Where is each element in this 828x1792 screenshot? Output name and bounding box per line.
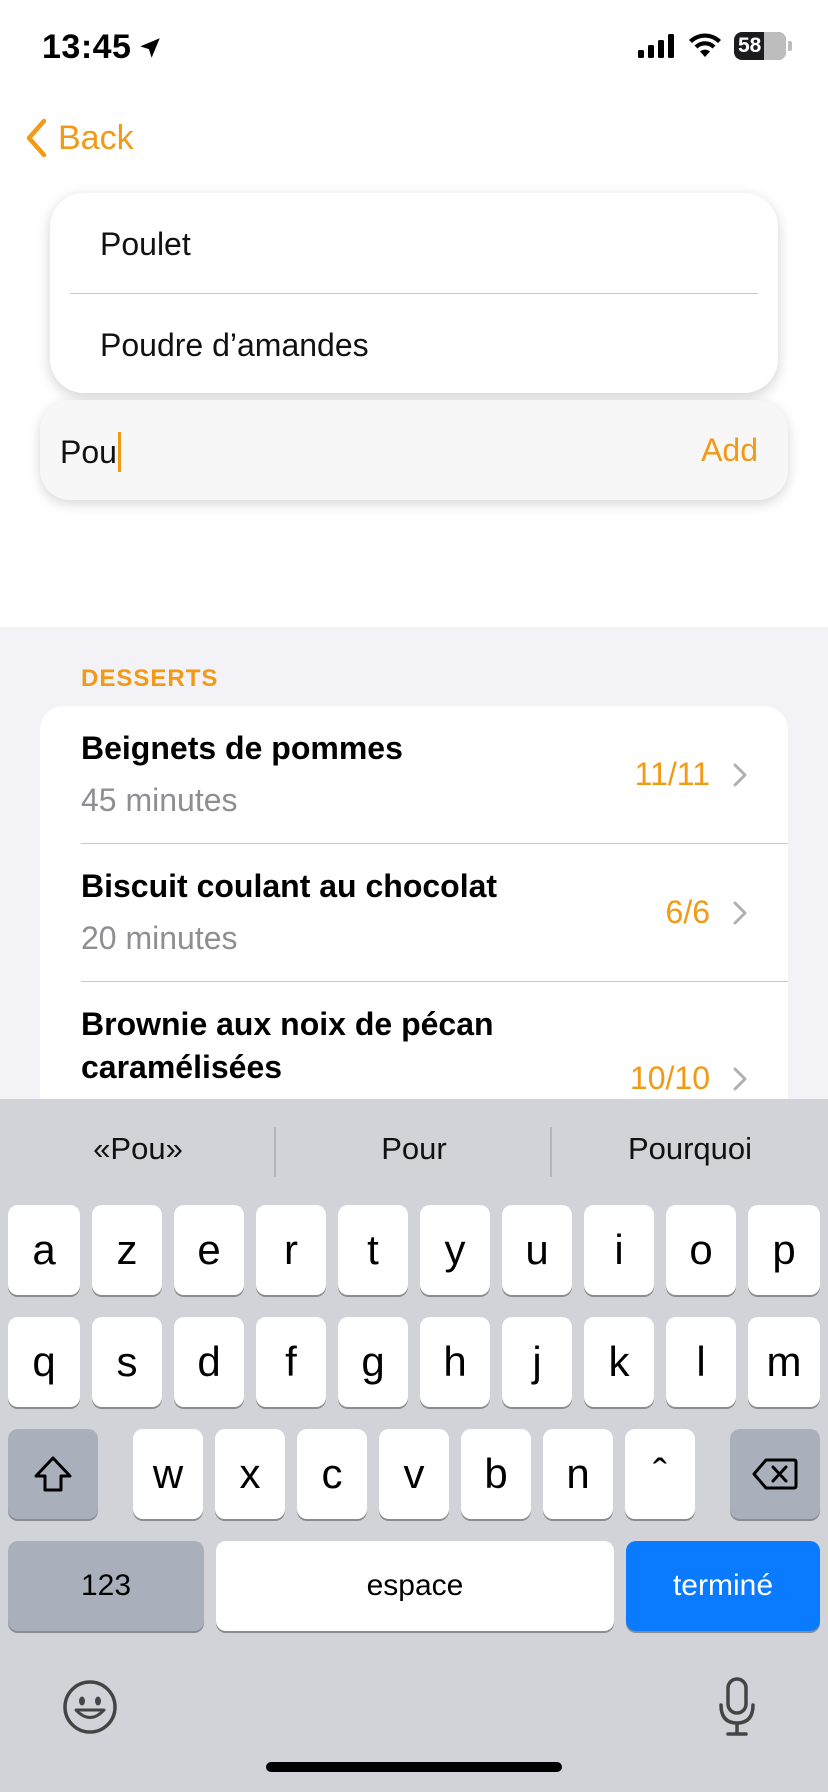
key-n[interactable]: n xyxy=(543,1429,613,1519)
key-u[interactable]: u xyxy=(502,1205,572,1295)
prediction-item[interactable]: «Pou» xyxy=(0,1099,276,1199)
key-b[interactable]: b xyxy=(461,1429,531,1519)
key-p[interactable]: p xyxy=(748,1205,820,1295)
space-key[interactable]: espace xyxy=(216,1541,614,1631)
key-w[interactable]: w xyxy=(133,1429,203,1519)
recipe-title-line2: caramélisées xyxy=(81,1049,283,1085)
ingredient-input[interactable]: Pou xyxy=(60,432,121,472)
key-q[interactable]: q xyxy=(8,1317,80,1407)
recipe-count: 11/11 xyxy=(634,756,710,792)
done-key[interactable]: terminé xyxy=(626,1541,820,1631)
ingredient-input-field[interactable]: Pou Add xyxy=(40,400,788,500)
key-circumflex[interactable]: ˆ xyxy=(625,1429,695,1519)
key-x[interactable]: x xyxy=(215,1429,285,1519)
emoji-icon[interactable] xyxy=(62,1679,118,1735)
key-g[interactable]: g xyxy=(338,1317,408,1407)
back-label: Back xyxy=(58,118,134,157)
key-m[interactable]: m xyxy=(748,1317,820,1407)
key-r[interactable]: r xyxy=(256,1205,326,1295)
key-a[interactable]: a xyxy=(8,1205,80,1295)
key-i[interactable]: i xyxy=(584,1205,654,1295)
numbers-key[interactable]: 123 xyxy=(8,1541,204,1631)
microphone-icon[interactable] xyxy=(716,1677,758,1737)
key-l[interactable]: l xyxy=(666,1317,736,1407)
text-caret xyxy=(117,432,121,472)
key-h[interactable]: h xyxy=(420,1317,490,1407)
shift-key[interactable] xyxy=(8,1429,98,1519)
key-c[interactable]: c xyxy=(297,1429,367,1519)
suggestion-divider xyxy=(70,293,758,294)
key-t[interactable]: t xyxy=(338,1205,408,1295)
shift-icon xyxy=(34,1456,72,1492)
key-e[interactable]: e xyxy=(174,1205,244,1295)
recipe-count: 6/6 xyxy=(665,894,710,930)
chevron-right-icon xyxy=(733,763,747,787)
suggestion-item[interactable]: Poulet xyxy=(100,226,191,263)
input-value: Pou xyxy=(60,433,117,470)
suggestion-item[interactable]: Poudre d’amandes xyxy=(100,327,369,364)
prediction-item[interactable]: Pourquoi xyxy=(552,1099,828,1199)
recipe-title-line1: Brownie aux noix de pécan xyxy=(81,1006,494,1042)
key-o[interactable]: o xyxy=(666,1205,736,1295)
status-time: 13:45 xyxy=(42,28,163,67)
battery-level: 58 xyxy=(738,34,762,57)
chevron-right-icon xyxy=(733,901,747,925)
recipe-row[interactable]: Biscuit coulant au chocolat 20 minutes 6… xyxy=(40,844,788,982)
recipe-count: 10/10 xyxy=(629,1060,710,1096)
chevron-right-icon xyxy=(733,1067,747,1091)
key-s[interactable]: s xyxy=(92,1317,162,1407)
back-button[interactable]: Back xyxy=(24,118,134,158)
chevron-left-icon xyxy=(26,118,47,158)
key-z[interactable]: z xyxy=(92,1205,162,1295)
battery-icon: 58 xyxy=(734,32,786,60)
key-j[interactable]: j xyxy=(502,1317,572,1407)
section-header: DESSERTS xyxy=(81,665,219,692)
wifi-icon xyxy=(689,33,721,57)
recipe-title: Biscuit coulant au chocolat xyxy=(81,868,498,904)
backspace-icon xyxy=(752,1458,798,1490)
recipe-title: Beignets de pommes xyxy=(81,730,403,766)
recipe-duration: 45 minutes xyxy=(81,782,238,818)
status-indicators: 58 xyxy=(638,32,792,60)
key-k[interactable]: k xyxy=(584,1317,654,1407)
recipe-row[interactable]: Beignets de pommes 45 minutes 11/11 xyxy=(40,706,788,844)
location-arrow-icon xyxy=(140,37,161,58)
suggestions-popup: Poulet Poudre d’amandes xyxy=(50,193,778,393)
cellular-signal-icon xyxy=(638,34,674,58)
key-f[interactable]: f xyxy=(256,1317,326,1407)
add-button[interactable]: Add xyxy=(701,432,758,469)
key-v[interactable]: v xyxy=(379,1429,449,1519)
prediction-item[interactable]: Pour xyxy=(276,1099,552,1199)
key-y[interactable]: y xyxy=(420,1205,490,1295)
recipe-duration: 20 minutes xyxy=(81,920,238,956)
key-d[interactable]: d xyxy=(174,1317,244,1407)
status-time-text: 13:45 xyxy=(42,28,132,66)
delete-key[interactable] xyxy=(730,1429,820,1519)
keyboard: «Pou» Pour Pourquoi a z e r t y u i o p … xyxy=(0,1099,828,1792)
recipe-list: Beignets de pommes 45 minutes 11/11 Bisc… xyxy=(40,706,788,1126)
home-indicator xyxy=(266,1762,562,1772)
